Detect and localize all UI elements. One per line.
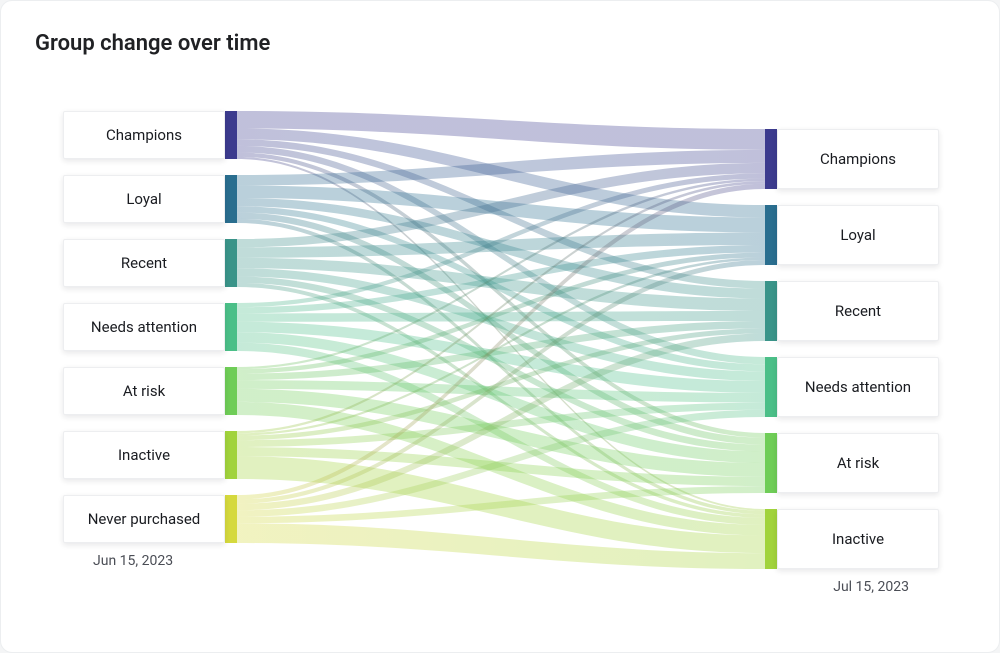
flow-champions-to-champions[interactable] (237, 111, 765, 150)
node-label: Needs attention (91, 318, 197, 336)
node-label: Inactive (832, 530, 884, 548)
page-title: Group change over time (35, 31, 270, 56)
chart-card: Group change over time Champions Loyal Rec… (0, 0, 1000, 653)
node-left-stub-needs_attention (225, 303, 237, 351)
node-label: Recent (121, 254, 167, 272)
node-left-at_risk[interactable]: At risk (63, 367, 225, 415)
node-right-stub-loyal (765, 205, 777, 265)
node-right-stub-needs_attention (765, 357, 777, 417)
node-left-stub-champions (225, 111, 237, 159)
node-right-inactive[interactable]: Inactive (777, 509, 939, 569)
node-left-stub-loyal (225, 175, 237, 223)
node-left-stub-at_risk (225, 367, 237, 415)
node-right-stub-at_risk (765, 433, 777, 493)
node-right-stub-inactive (765, 509, 777, 569)
node-left-never_purchased[interactable]: Never purchased (63, 495, 225, 543)
node-left-loyal[interactable]: Loyal (63, 175, 225, 223)
node-right-at_risk[interactable]: At risk (777, 433, 939, 493)
node-label: Loyal (126, 190, 161, 208)
node-label: Inactive (118, 446, 170, 464)
node-left-champions[interactable]: Champions (63, 111, 225, 159)
node-left-stub-inactive (225, 431, 237, 479)
node-right-champions[interactable]: Champions (777, 129, 939, 189)
node-label: At risk (837, 454, 879, 472)
node-left-stub-never_purchased (225, 495, 237, 543)
node-left-recent[interactable]: Recent (63, 239, 225, 287)
node-right-needs_attention[interactable]: Needs attention (777, 357, 939, 417)
node-label: Champions (820, 150, 896, 168)
date-right: Jul 15, 2023 (833, 579, 909, 595)
node-label: Recent (835, 302, 881, 320)
node-left-stub-recent (225, 239, 237, 287)
node-left-inactive[interactable]: Inactive (63, 431, 225, 479)
node-label: Needs attention (805, 378, 911, 396)
node-right-stub-champions (765, 129, 777, 189)
node-right-recent[interactable]: Recent (777, 281, 939, 341)
node-right-stub-recent (765, 281, 777, 341)
node-label: Never purchased (88, 510, 201, 528)
sankey-chart: Champions Loyal Recent Needs attention At ri… (63, 111, 939, 609)
node-left-needs_attention[interactable]: Needs attention (63, 303, 225, 351)
node-label: Champions (106, 126, 182, 144)
node-label: At risk (123, 382, 165, 400)
node-label: Loyal (840, 226, 875, 244)
node-right-loyal[interactable]: Loyal (777, 205, 939, 265)
